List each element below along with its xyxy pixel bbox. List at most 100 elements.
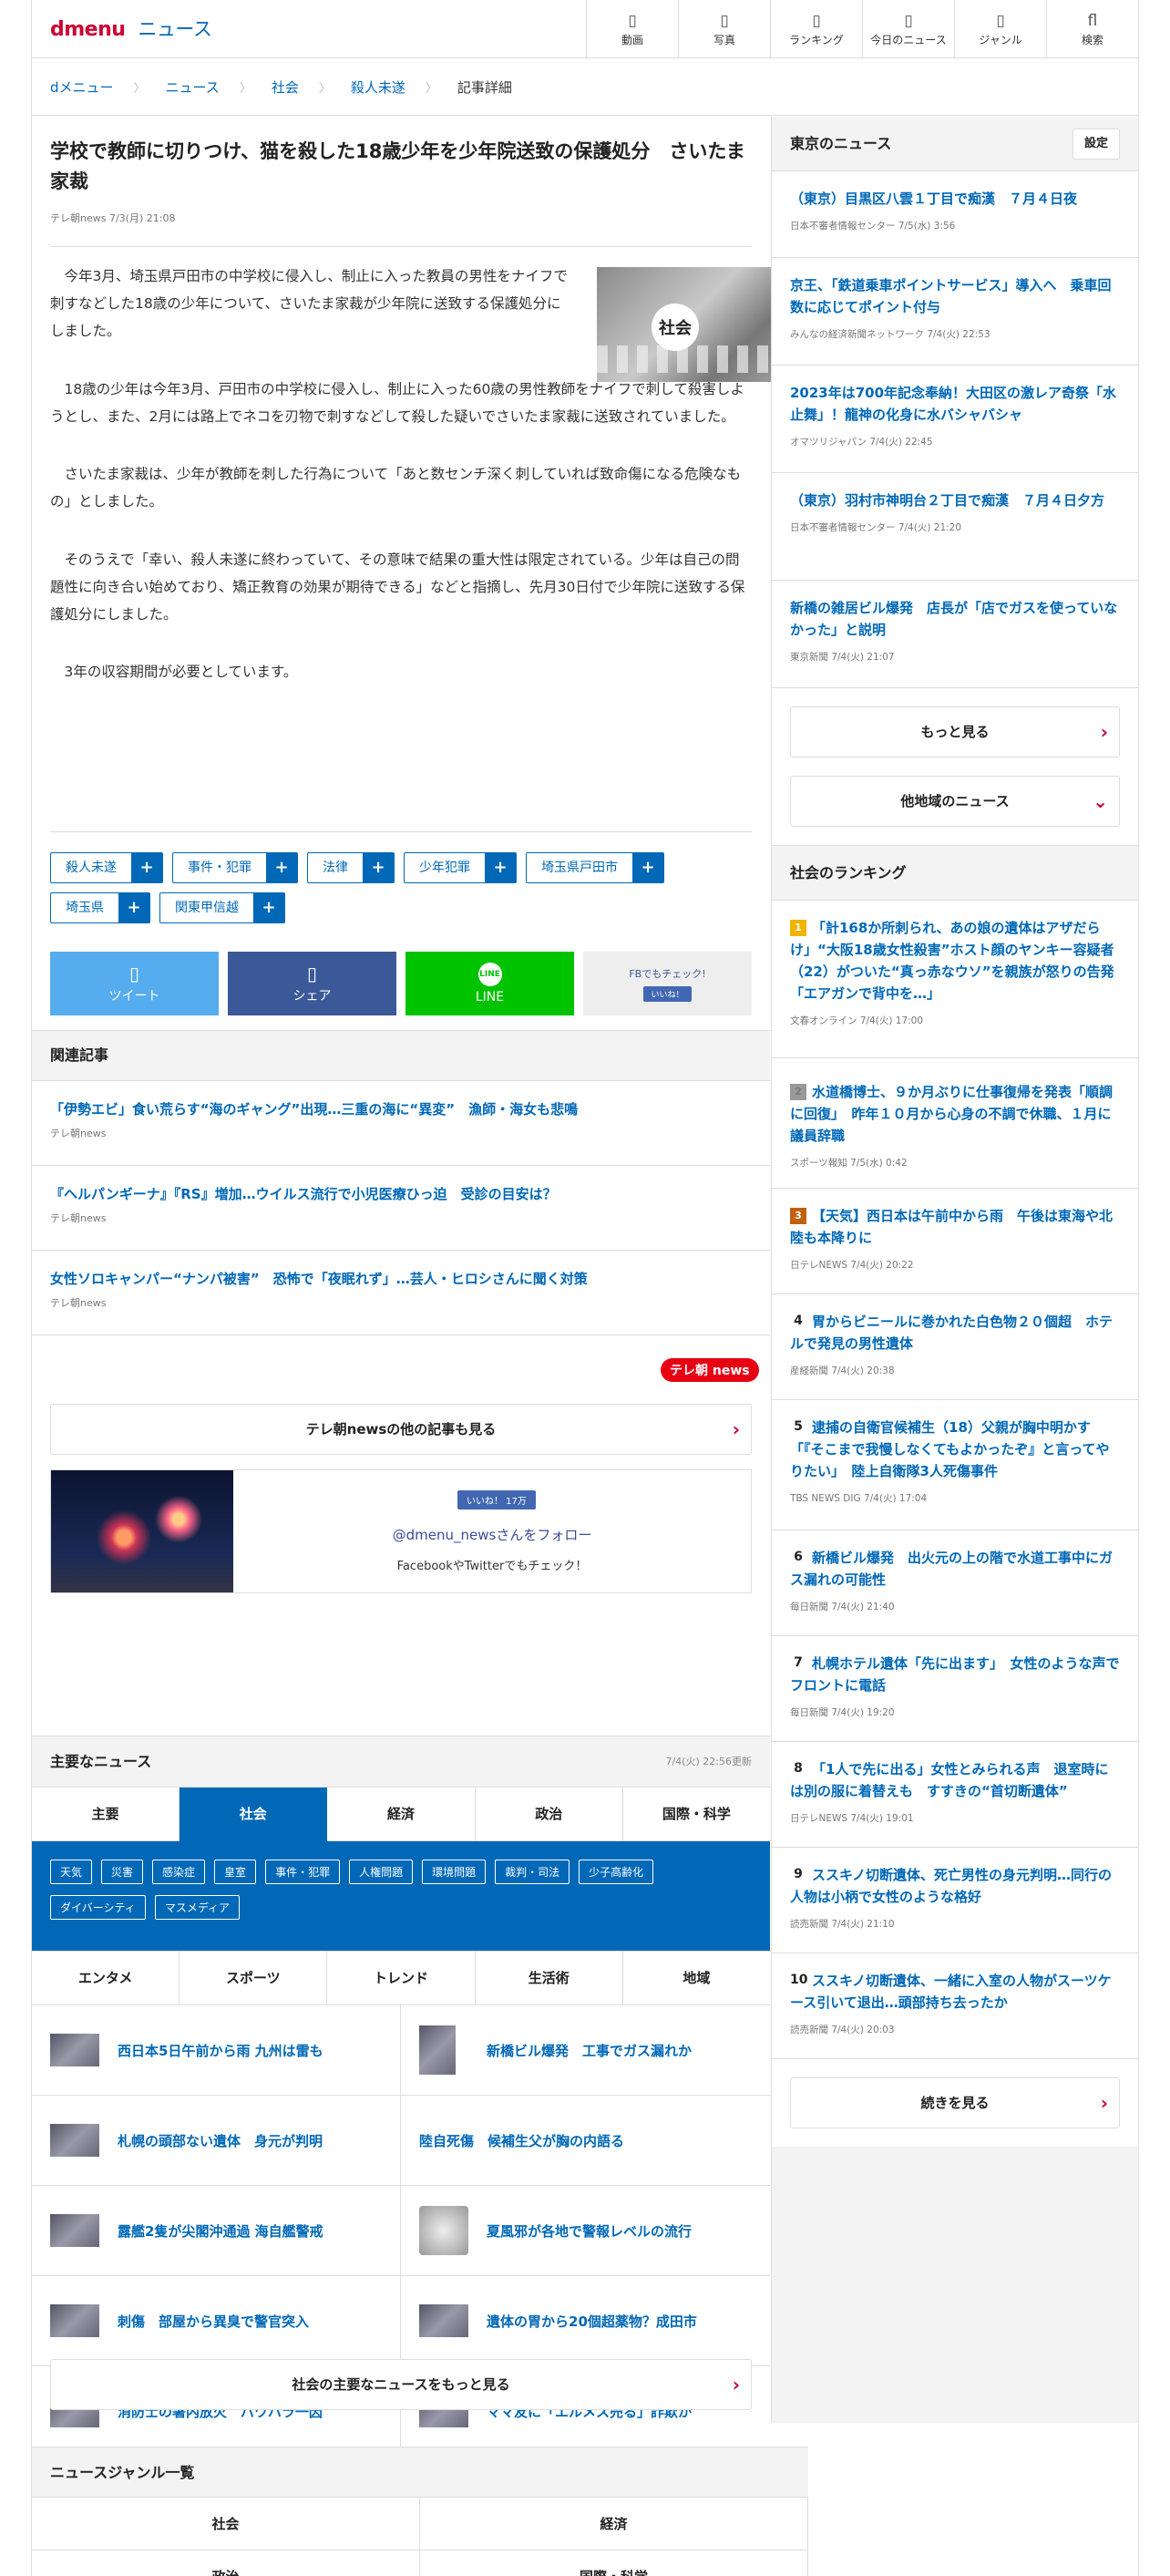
tag-label[interactable]: 法律 xyxy=(308,853,363,882)
tab-main[interactable]: 主要 xyxy=(32,1788,180,1841)
ranking-item-text[interactable]: 「計168か所刺られ、あの娘の遺体はアザだらけ」“大阪18歳女性殺害”ホスト顔の… xyxy=(790,920,1114,1002)
ranking-item-text[interactable]: 逮捕の自衛官候補生（18）父親が胸中明かす「『そこまで我慢しなくてもよかったぞ』… xyxy=(790,1419,1110,1479)
follow-link[interactable]: @dmenu_newsさんをフォロー xyxy=(233,1525,751,1544)
related-item-title[interactable]: 「伊勢エビ」食い荒らす“海のギャング”出現…三重の海に“異変” 漁師・海女も悲鳴 xyxy=(50,1099,752,1118)
plus-icon[interactable]: + xyxy=(632,853,663,882)
tab-politics[interactable]: 政治 xyxy=(475,1788,623,1841)
plus-icon[interactable]: + xyxy=(253,893,284,922)
ranking-item[interactable]: 6 新橋ビル爆発 出火元の上の階で水道工事中にガス漏れの可能性 毎日新聞 7/4(火… xyxy=(772,1530,1138,1636)
tokyo-news-item[interactable]: 2023年は700年記念奉納！大田区の激レア奇祭「水止舞」！龍神の化身に水バシャ… xyxy=(772,366,1138,473)
subtag[interactable]: 裁判・司法 xyxy=(495,1860,570,1884)
tab-society[interactable]: 社会 xyxy=(180,1788,328,1841)
news-title[interactable]: 陸自死傷 候補生父が胸の内語る xyxy=(419,2131,624,2150)
ranking-item[interactable]: 1 「計168か所刺られ、あの娘の遺体はアザだらけ」“大阪18歳女性殺害”ホスト顔… xyxy=(772,901,1138,1058)
news-title[interactable]: 刺傷 部屋から異臭で警官突入 xyxy=(118,2312,309,2331)
other-region-button[interactable]: 他地域のニュース ⌄ xyxy=(790,776,1120,827)
tokyo-news-item[interactable]: 新橋の雑居ビル爆発 店長が「店でガスを使っていなかった」と説明 東京新聞 7/4(… xyxy=(772,581,1138,688)
nav-search[interactable]: fl 検索 xyxy=(1046,0,1138,58)
ranking-item-title[interactable]: 9 ススキノ切断遺体、死亡男性の身元判明…同行の人物は小柄で女性のような格好 xyxy=(790,1864,1120,1908)
ranking-item-title[interactable]: 4 胃からビニールに巻かれた白色物２０個超 ホテルで発見の男性遺体 xyxy=(790,1311,1120,1355)
genre-item[interactable]: 国際・科学 xyxy=(420,2550,808,2576)
news-item[interactable]: 露艦2隻が尖閣沖通過 海自艦警戒 xyxy=(32,2186,401,2275)
site-logo[interactable]: dmenu ニュース xyxy=(50,15,212,42)
tokyo-news-item-title[interactable]: 京王、「鉄道乗車ポイントサービス」導入へ 乗車回数に応じてポイント付与 xyxy=(790,274,1120,318)
ranking-item-title[interactable]: 6 新橋ビル爆発 出火元の上の階で水道工事中にガス漏れの可能性 xyxy=(790,1547,1120,1591)
nav-today[interactable]: ▯ 今日のニュース xyxy=(862,0,954,58)
tokyo-news-item-title[interactable]: 新橋の雑居ビル爆発 店長が「店でガスを使っていなかった」と説明 xyxy=(790,597,1120,641)
related-item[interactable]: 「伊勢エビ」食い荒らす“海のギャング”出現…三重の海に“異変” 漁師・海女も悲鳴… xyxy=(32,1081,770,1166)
ranking-item-text[interactable]: 胃からビニールに巻かれた白色物２０個超 ホテルで発見の男性遺体 xyxy=(790,1314,1113,1352)
tab-sports[interactable]: スポーツ xyxy=(180,1952,328,2005)
subtag[interactable]: ダイバーシティ xyxy=(50,1895,146,1920)
related-item[interactable]: 『ヘルパンギーナ』『RS』増加…ウイルス流行で小児医療ひっ迫 受診の目安は？ テレ… xyxy=(32,1166,770,1251)
tab-lifestyle[interactable]: 生活術 xyxy=(475,1952,623,2005)
ranking-item-text[interactable]: ススキノ切断遺体、一緒に入室の人物がスーツケース引いて退出…頭部持ち去ったか xyxy=(790,1973,1112,2011)
subtag[interactable]: 災害 xyxy=(101,1860,144,1884)
settings-button[interactable]: 設定 xyxy=(1072,129,1120,160)
tag[interactable]: 埼玉県 + xyxy=(50,892,150,923)
subtag[interactable]: 人権問題 xyxy=(349,1860,414,1884)
tag-label[interactable]: 埼玉県戸田市 xyxy=(527,853,632,882)
ranking-item[interactable]: 8 「1人で先に出る」女性とみられる声 退室時には別の服に着替えも すすきの“首切… xyxy=(772,1742,1138,1848)
related-item-title[interactable]: 『ヘルパンギーナ』『RS』増加…ウイルス流行で小児医療ひっ迫 受診の目安は？ xyxy=(50,1184,752,1203)
news-item[interactable]: 遺体の胃から20個超薬物？成田市 xyxy=(401,2276,770,2365)
news-item[interactable]: 夏風邪が各地で警報レベルの流行 xyxy=(401,2186,770,2275)
ranking-item[interactable]: 5 逮捕の自衛官候補生（18）父親が胸中明かす「『そこまで我慢しなくてもよかったぞ… xyxy=(772,1400,1138,1530)
major-more-button[interactable]: 社会の主要なニュースをもっと見る › xyxy=(50,2359,752,2410)
tag[interactable]: 事件・犯罪 + xyxy=(172,852,298,883)
tag-label[interactable]: 殺人未遂 xyxy=(51,853,131,882)
ranking-item[interactable]: 9 ススキノ切断遺体、死亡男性の身元判明…同行の人物は小柄で女性のような格好 読売新… xyxy=(772,1848,1138,1953)
genre-item[interactable]: 政治 xyxy=(32,2550,420,2576)
plus-icon[interactable]: + xyxy=(266,853,297,882)
news-item[interactable]: 新橋ビル爆発 工事でガス漏れか xyxy=(401,2005,770,2095)
news-title[interactable]: 新橋ビル爆発 工事でガス漏れか xyxy=(487,2041,692,2060)
tag[interactable]: 少年犯罪 + xyxy=(404,852,517,883)
nav-photo[interactable]: ▯ 写真 xyxy=(678,0,770,58)
plus-icon[interactable]: + xyxy=(118,893,149,922)
subtag[interactable]: 天気 xyxy=(50,1860,93,1884)
like-count-button[interactable]: いいね！ 17万 xyxy=(457,1490,536,1510)
ranking-item-title[interactable]: 8 「1人で先に出る」女性とみられる声 退室時には別の服に着替えも すすきの“首切… xyxy=(790,1758,1120,1802)
ranking-item-title[interactable]: 3 【天気】西日本は午前中から雨 午後は東海や北陸も本降りに xyxy=(790,1205,1120,1249)
tag-label[interactable]: 関東甲信越 xyxy=(160,893,253,922)
ranking-item-title[interactable]: 7 札幌ホテル遺体「先に出ます」 女性のような声でフロントに電話 xyxy=(790,1653,1120,1696)
subtag[interactable]: 感染症 xyxy=(152,1860,206,1884)
related-item-title[interactable]: 女性ソロキャンパー“ナンパ被害” 恐怖で「夜眠れず」…芸人・ヒロシさんに聞く対策 xyxy=(50,1269,752,1288)
related-item[interactable]: 女性ソロキャンパー“ナンパ被害” 恐怖で「夜眠れず」…芸人・ヒロシさんに聞く対策… xyxy=(32,1251,770,1335)
ranking-item-text[interactable]: 札幌ホテル遺体「先に出ます」 女性のような声でフロントに電話 xyxy=(790,1655,1120,1694)
news-item[interactable]: 札幌の頭部ない遺体 身元が判明 xyxy=(32,2096,401,2185)
subtag[interactable]: 皇室 xyxy=(214,1860,257,1884)
ranking-item-title[interactable]: 2 水道橋博士、９か月ぶりに仕事復帰を発表「順調に回復」 昨年１０月から心身の不調… xyxy=(790,1075,1120,1147)
plus-icon[interactable]: + xyxy=(485,853,516,882)
line-share-button[interactable]: LINE LINE xyxy=(405,952,574,1015)
subtag[interactable]: マスメディア xyxy=(154,1895,240,1920)
plus-icon[interactable]: + xyxy=(363,853,394,882)
tab-region[interactable]: 地域 xyxy=(622,1952,771,2005)
tokyo-news-item[interactable]: （東京）羽村市神明台２丁目で痴漢 ７月４日夕方 日本不審者情報センター 7/4(火… xyxy=(772,473,1138,581)
subtag[interactable]: 事件・犯罪 xyxy=(265,1860,341,1884)
news-title[interactable]: 夏風邪が各地で警報レベルの流行 xyxy=(487,2221,692,2241)
news-item[interactable]: 刺傷 部屋から異臭で警官突入 xyxy=(32,2276,401,2365)
tag-label[interactable]: 事件・犯罪 xyxy=(173,853,266,882)
tag[interactable]: 殺人未遂 + xyxy=(50,852,163,883)
nav-ranking[interactable]: ▯ ランキング xyxy=(770,0,862,58)
nav-video[interactable]: ▯ 動画 xyxy=(586,0,678,58)
tab-trend[interactable]: トレンド xyxy=(327,1952,476,2005)
genre-item[interactable]: 社会 xyxy=(32,2498,420,2550)
tokyo-news-item-title[interactable]: 2023年は700年記念奉納！大田区の激レア奇祭「水止舞」！龍神の化身に水バシャ… xyxy=(790,382,1120,426)
tag-label[interactable]: 埼玉県 xyxy=(51,893,118,922)
like-button[interactable]: いいね！ xyxy=(643,985,692,1002)
news-title[interactable]: 露艦2隻が尖閣沖通過 海自艦警戒 xyxy=(118,2221,323,2241)
ranking-item-text[interactable]: 新橋ビル爆発 出火元の上の階で水道工事中にガス漏れの可能性 xyxy=(790,1550,1113,1588)
tag[interactable]: 埼玉県戸田市 + xyxy=(526,852,664,883)
tag[interactable]: 法律 + xyxy=(307,852,395,883)
section-name[interactable]: ニュース xyxy=(138,18,211,40)
tokyo-news-item-title[interactable]: （東京）羽村市神明台２丁目で痴漢 ７月４日夕方 xyxy=(790,489,1120,511)
news-item[interactable]: 西日本5日午前から雨 九州は雷も xyxy=(32,2005,401,2095)
tab-economy[interactable]: 経済 xyxy=(327,1788,476,1841)
ranking-item-text[interactable]: 水道橋博士、９か月ぶりに仕事復帰を発表「順調に回復」 昨年１０月から心身の不調で… xyxy=(790,1084,1113,1144)
ranking-item[interactable]: 3 【天気】西日本は午前中から雨 午後は東海や北陸も本降りに 日テレNEWS 7/4… xyxy=(772,1189,1138,1294)
ranking-item[interactable]: 4 胃からビニールに巻かれた白色物２０個超 ホテルで発見の男性遺体 産経新聞 7/4… xyxy=(772,1294,1138,1400)
news-title[interactable]: 西日本5日午前から雨 九州は雷も xyxy=(118,2041,323,2060)
provider-more-button[interactable]: テレ朝newsの他の記事も見る › xyxy=(50,1404,752,1455)
